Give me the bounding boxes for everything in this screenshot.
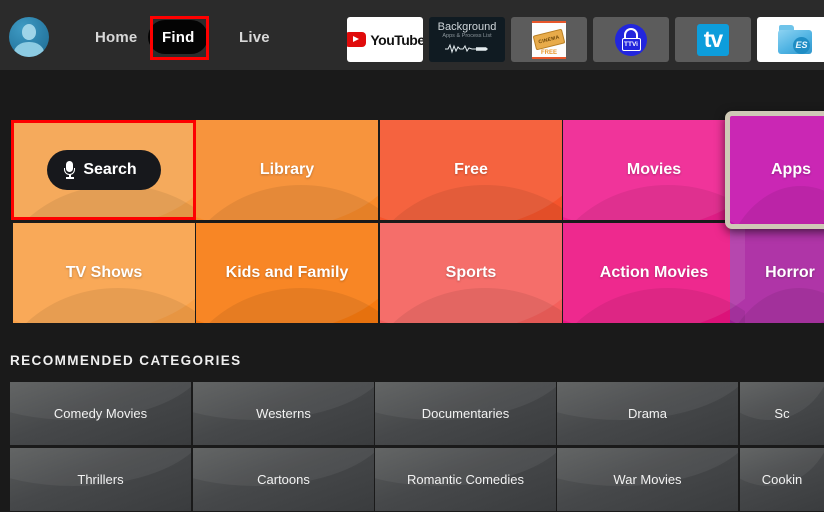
recommended-category-label: Westerns: [256, 406, 311, 421]
tile-label: Free: [454, 161, 488, 178]
avatar-head-shape: [22, 24, 36, 40]
tile-label: TV Shows: [65, 264, 143, 281]
search-button-label: Search: [83, 161, 137, 178]
app-shortcut-tv[interactable]: tv: [675, 17, 751, 62]
tile-label: Action Movies: [599, 264, 709, 281]
recommended-category-sc[interactable]: Sc: [740, 382, 824, 445]
recommended-category-label: Comedy Movies: [53, 406, 148, 421]
tile-horror[interactable]: Horror: [730, 223, 824, 323]
recommended-category-documentaries[interactable]: Documentaries: [375, 382, 556, 445]
profile-avatar[interactable]: [9, 17, 49, 57]
cinema-free-label: FREE: [540, 49, 557, 56]
recommended-category-label: War Movies: [613, 472, 682, 487]
tile-tv-shows[interactable]: TV Shows: [13, 223, 195, 323]
nav-tab-live[interactable]: Live: [225, 20, 284, 54]
nav-tab-home[interactable]: Home: [81, 20, 151, 54]
tile-movies[interactable]: Movies: [563, 120, 745, 220]
microphone-icon: [64, 161, 76, 179]
cinema-ticket-icon: CINEMA FREE: [532, 20, 566, 59]
background-apps-label: Background: [437, 20, 497, 33]
recommended-category-cookin[interactable]: Cookin: [740, 448, 824, 511]
recommended-category-cartoons[interactable]: Cartoons: [193, 448, 374, 511]
top-navigation-bar: Home Find Live YouTube Background Apps &…: [0, 0, 824, 70]
recommended-category-label: Cookin: [761, 472, 803, 487]
search-button[interactable]: Search: [47, 150, 161, 190]
cinema-ticket-label: CINEMA: [532, 28, 566, 51]
recommended-category-thrillers[interactable]: Thrillers: [10, 448, 191, 511]
tile-library[interactable]: Library: [196, 120, 378, 220]
tile-kids-and-family[interactable]: Kids and Family: [196, 223, 378, 323]
nav-tab-home-label: Home: [95, 28, 138, 46]
tile-action-movies[interactable]: Action Movies: [563, 223, 745, 323]
nav-tab-find-label: Find: [162, 28, 195, 46]
tile-search[interactable]: Search: [13, 120, 195, 220]
recommended-categories-grid: Comedy Movies Westerns Documentaries Drama S…: [0, 382, 824, 512]
es-badge-label: ES: [793, 36, 810, 54]
recommended-category-label: Documentaries: [421, 406, 510, 421]
category-tile-grid: Search Library Free Movies Apps TV Shows Kids …: [0, 111, 824, 325]
app-shortcut-ttvi[interactable]: TTVi: [593, 17, 669, 62]
tile-label: Apps: [771, 161, 811, 178]
tile-sports[interactable]: Sports: [380, 223, 562, 323]
nav-tab-find[interactable]: Find: [148, 20, 209, 54]
recommended-category-label: Cartoons: [257, 472, 310, 487]
tv-label: tv: [697, 23, 729, 56]
tile-free[interactable]: Free: [380, 120, 562, 220]
tile-apps[interactable]: Apps: [725, 111, 824, 229]
recommended-category-drama[interactable]: Drama: [557, 382, 738, 445]
lock-shackle-shape: [624, 27, 638, 38]
recommended-category-westerns[interactable]: Westerns: [193, 382, 374, 445]
tile-label: Kids and Family: [225, 264, 349, 281]
recommended-category-label: Romantic Comedies: [406, 472, 525, 487]
recommended-category-comedy-movies[interactable]: Comedy Movies: [10, 382, 191, 445]
nav-tab-live-label: Live: [239, 28, 270, 46]
youtube-play-icon: [347, 32, 367, 47]
app-shortcut-cinema-free[interactable]: CINEMA FREE: [511, 17, 587, 62]
recommended-category-war-movies[interactable]: War Movies: [557, 448, 738, 511]
avatar-body-shape: [14, 42, 44, 57]
es-file-explorer-folder-icon: ES: [778, 24, 812, 55]
ttvi-lock-icon: TTVi: [615, 23, 647, 56]
recommended-category-label: Thrillers: [77, 472, 124, 487]
waveform-icon: [438, 41, 497, 59]
recommended-category-label: Sc: [774, 406, 790, 421]
app-shortcut-background-apps[interactable]: Background Apps & Process List: [429, 17, 505, 62]
recommended-category-label: Drama: [627, 406, 667, 421]
tile-label: Library: [259, 161, 315, 178]
recommended-category-romantic-comedies[interactable]: Romantic Comedies: [375, 448, 556, 511]
app-shortcut-es-file-explorer[interactable]: ES: [757, 17, 824, 62]
background-apps-sublabel: Apps & Process List: [442, 32, 492, 39]
tile-label: Sports: [445, 264, 497, 281]
youtube-label: YouTube: [370, 31, 423, 48]
tile-label: Movies: [626, 161, 682, 178]
tile-label: Horror: [765, 264, 815, 281]
app-shortcut-youtube[interactable]: YouTube: [347, 17, 423, 62]
ttvi-label: TTVi: [621, 37, 641, 51]
recommended-categories-heading: RECOMMENDED CATEGORIES: [10, 353, 242, 368]
